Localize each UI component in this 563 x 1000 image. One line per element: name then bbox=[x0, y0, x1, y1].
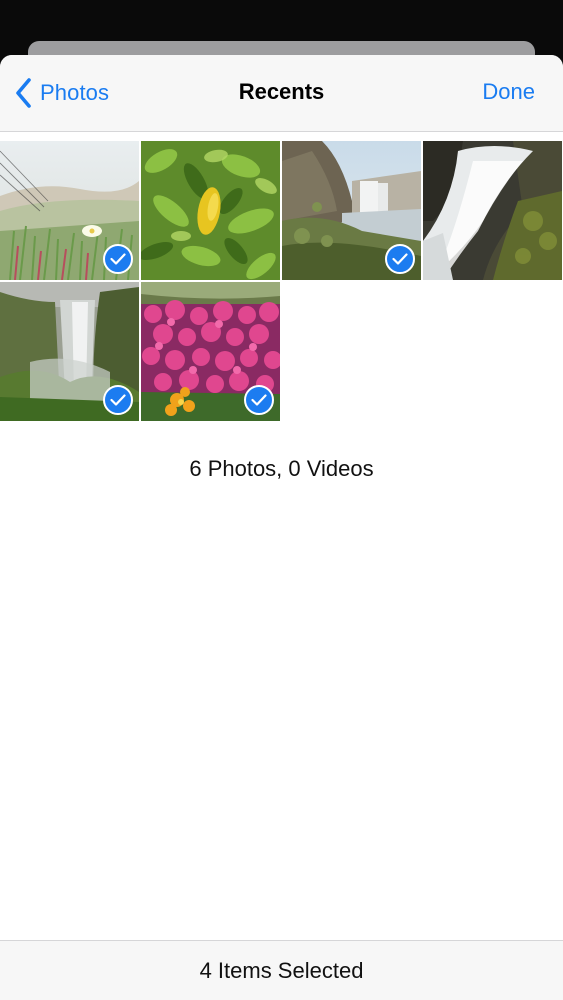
bottom-toolbar: 4 Items Selected bbox=[0, 940, 563, 1000]
library-summary: 6 Photos, 0 Videos bbox=[189, 456, 374, 481]
navigation-bar: Photos Recents Done bbox=[0, 55, 563, 132]
checkmark-icon bbox=[385, 244, 415, 274]
photo-thumbnail[interactable] bbox=[0, 141, 139, 280]
photo-grid bbox=[0, 141, 563, 421]
photo-thumbnail[interactable] bbox=[141, 141, 280, 280]
photo-picker-sheet: Photos Recents Done 6 Photos, 0 Videos 4… bbox=[0, 55, 563, 1000]
selection-count: 4 Items Selected bbox=[199, 958, 364, 983]
photo-thumbnail[interactable] bbox=[141, 282, 280, 421]
checkmark-icon bbox=[103, 244, 133, 274]
photo-thumbnail[interactable] bbox=[423, 141, 562, 280]
photo-thumbnail[interactable] bbox=[0, 282, 139, 421]
checkmark-icon bbox=[244, 385, 274, 415]
checkmark-icon bbox=[103, 385, 133, 415]
photo-waterfall-rocks bbox=[423, 141, 562, 280]
photo-thumbnail[interactable] bbox=[282, 141, 421, 280]
page-title: Recents bbox=[238, 79, 325, 104]
photo-lemon-leaves bbox=[141, 141, 280, 280]
done-button[interactable]: Done bbox=[482, 79, 535, 105]
